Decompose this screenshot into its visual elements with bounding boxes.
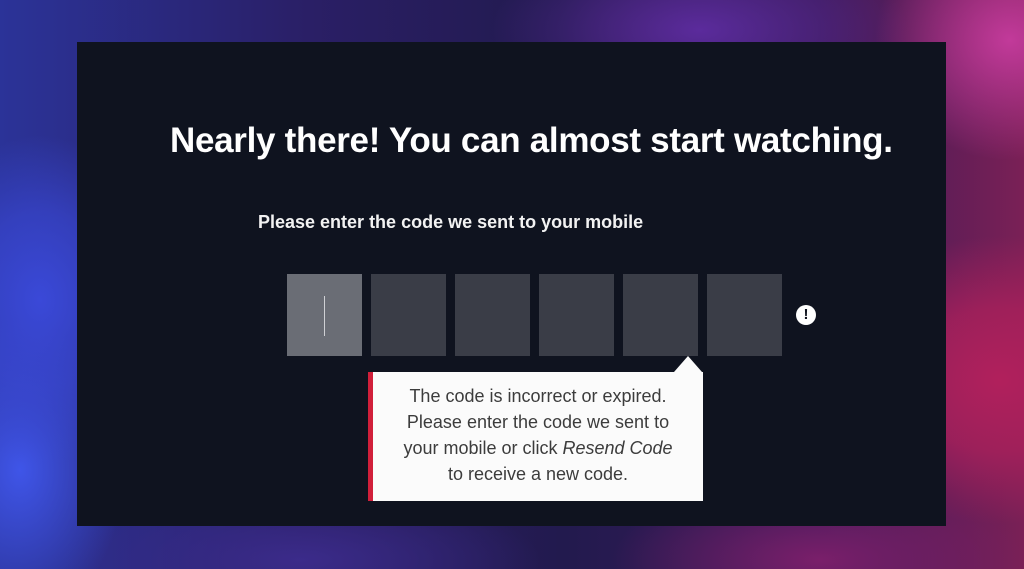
exclamation-circle-icon[interactable]: !: [796, 305, 816, 325]
error-line-4: to receive a new code.: [447, 464, 629, 484]
error-line-2: Please enter the code we sent to: [406, 412, 670, 432]
page-title: Nearly there! You can almost start watch…: [170, 121, 893, 160]
error-line-3-text: your mobile or click: [403, 438, 563, 458]
code-digit-input-6[interactable]: [707, 274, 782, 356]
code-instructions: Please enter the code we sent to your mo…: [258, 212, 644, 232]
error-line-1: The code is incorrect or expired.: [409, 386, 667, 406]
text-caret: [324, 296, 325, 336]
resend-code-reference: Resend Code: [562, 438, 673, 458]
code-digit-input-3[interactable]: [455, 274, 530, 356]
code-digit-input-1[interactable]: [287, 274, 362, 356]
error-tooltip: The code is incorrect or expired. Please…: [368, 372, 703, 501]
error-line-3: your mobile or click Resend Code: [373, 435, 703, 461]
code-digit-input-2[interactable]: [371, 274, 446, 356]
tooltip-arrow: [674, 356, 702, 372]
code-digit-input-4[interactable]: [539, 274, 614, 356]
code-digit-input-5[interactable]: [623, 274, 698, 356]
